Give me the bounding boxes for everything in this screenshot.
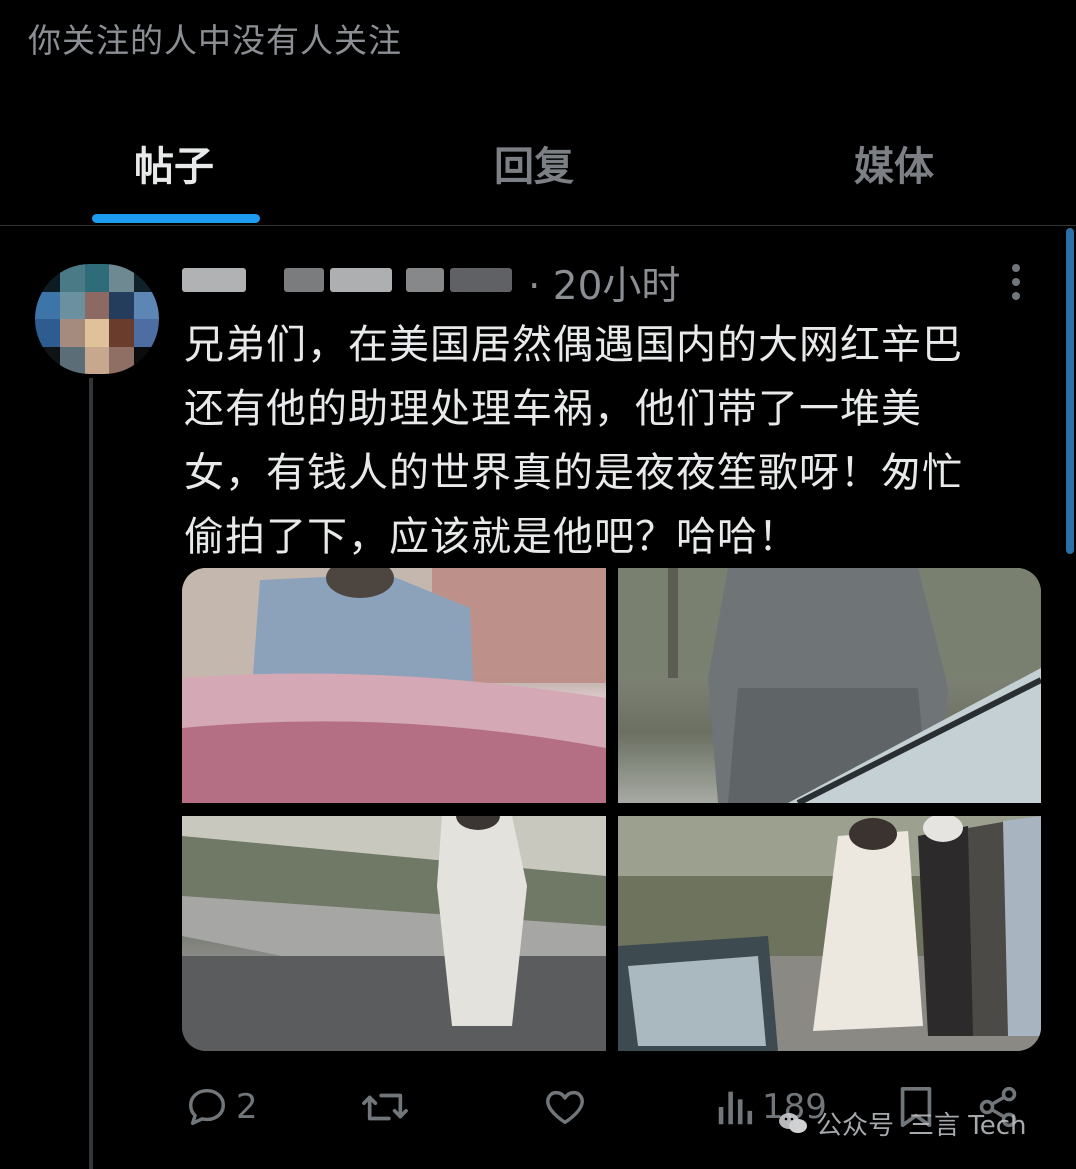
tab-media[interactable]: 媒体 — [854, 134, 934, 192]
photo-group-by-car[interactable] — [618, 816, 1041, 1051]
watermark-platform: 公众号 — [816, 1110, 895, 1141]
post-text: 兄弟们，在美国居然偶遇国内的大网红辛巴 还有他的助理处理车祸，他们带了一堆美 女… — [184, 322, 963, 560]
repost-icon — [362, 1093, 408, 1121]
wechat-watermark: 公众号 三言 Tech — [778, 1102, 1027, 1144]
followers-note: 你关注的人中没有人关注 — [28, 21, 402, 60]
post-time[interactable]: · 20小时 — [528, 255, 680, 311]
thread-line — [89, 378, 93, 1169]
photo-man-denim-jacket[interactable] — [182, 568, 606, 803]
repost-button[interactable] — [360, 1080, 416, 1134]
blurred-username[interactable] — [180, 262, 520, 302]
watermark-account: 三言 Tech — [908, 1110, 1027, 1141]
tab-posts[interactable]: 帖子 — [134, 134, 214, 192]
heart-icon — [546, 1090, 584, 1125]
media-grid — [182, 568, 1041, 1051]
more-options-icon[interactable] — [1004, 264, 1028, 302]
wechat-icon — [779, 1113, 807, 1133]
reply-button[interactable]: 2 — [184, 1080, 258, 1134]
photo-woman-white-outfit[interactable] — [182, 816, 606, 1051]
scrollbar[interactable] — [1066, 228, 1074, 554]
tab-replies[interactable]: 回复 — [494, 134, 574, 192]
active-tab-indicator — [92, 214, 260, 223]
views-icon — [718, 1091, 753, 1125]
like-button[interactable] — [542, 1080, 594, 1134]
reply-count: 2 — [236, 1087, 258, 1127]
photo-man-grey-hoodie[interactable] — [618, 568, 1041, 803]
profile-tabs: 帖子 回复 媒体 — [0, 110, 1076, 226]
avatar[interactable] — [35, 264, 159, 374]
reply-icon — [188, 1088, 226, 1126]
